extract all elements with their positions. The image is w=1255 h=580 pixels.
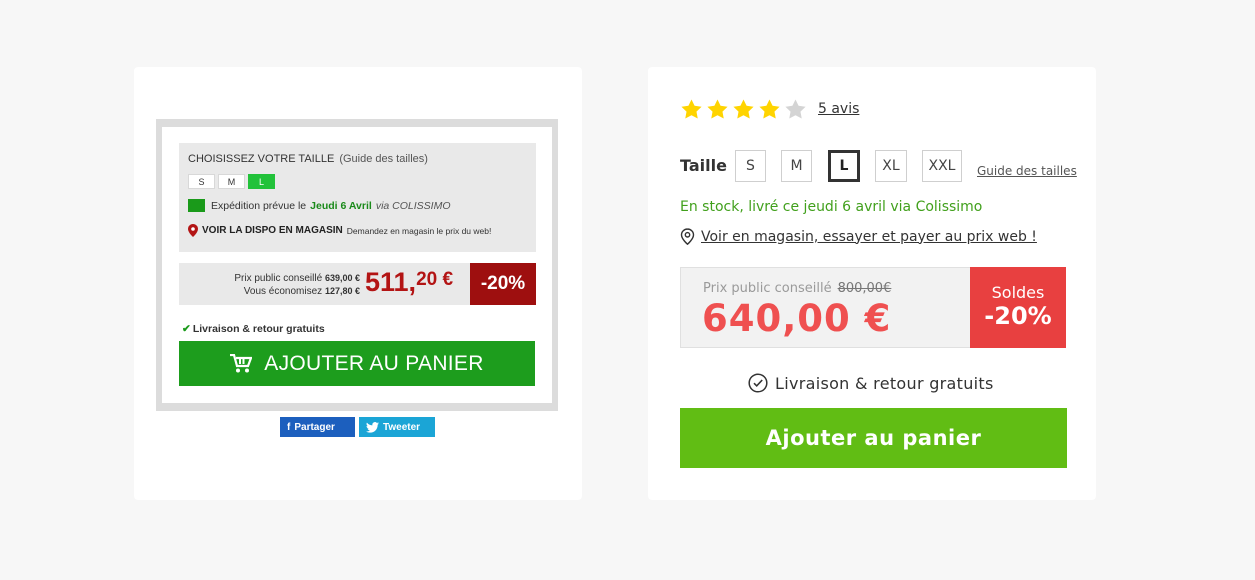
old-price-cents: 20 € [416,269,454,290]
size-option-xxl[interactable]: XXL [922,150,962,182]
public-price: Prix public conseillé 800,00€ [703,281,891,296]
twitter-icon [366,421,379,433]
size-guide-link[interactable]: Guide des tailles [977,164,1077,178]
old-size-m: M [218,174,245,189]
check-icon: ✔ [182,323,191,335]
star-filled-icon [733,99,754,119]
share-twitter-button[interactable]: Tweeter [359,417,435,437]
old-free-shipping-label: Livraison & retour gratuits [192,323,325,335]
old-savings-value: 127,80 € [324,286,360,296]
old-size-l: L [248,174,275,189]
sale-label: Soldes [991,283,1045,302]
old-price: 800,00€ [837,281,892,296]
old-shipping-prefix: Expédition prévue le [211,199,307,212]
size-option-l[interactable]: L [828,150,860,182]
old-design-image: CHOISISSEZ VOTRE TAILLE (Guide des taille… [156,119,558,411]
size-option-m[interactable]: M [781,150,812,182]
old-discount-badge: -20% [470,263,536,305]
old-store-line: VOIR LA DISPO EN MAGASIN Demandez en mag… [188,224,491,237]
current-price: 640,00 € [702,297,892,340]
price-box: Prix public conseillé 800,00€ 640,00 € [680,267,970,348]
map-pin-icon [188,224,198,237]
public-price-label: Prix public conseillé [703,281,832,296]
old-price-labels: Prix public conseillé 639,00 € Vous écon… [234,272,360,298]
old-choose-title: CHOISISSEZ VOTRE TAILLE (Guide des taille… [188,153,428,165]
old-store-small: Demandez en magasin le prix du web! [346,225,492,236]
facebook-icon: f [287,421,291,433]
old-choose-label: CHOISISSEZ VOTRE TAILLE [188,153,335,165]
star-filled-icon [681,99,702,119]
cart-icon [230,353,253,372]
map-pin-icon [680,228,695,245]
old-store-label: VOIR LA DISPO EN MAGASIN [202,225,343,236]
share-twitter-label: Tweeter [383,421,421,433]
old-public-price-label: Prix public conseillé [234,273,323,284]
store-link-label[interactable]: Voir en magasin, essayer et payer au pri… [701,229,1037,245]
old-size-list: S M L [188,174,275,189]
store-link[interactable]: Voir en magasin, essayer et payer au pri… [680,228,1037,245]
discount-label: -20% [984,302,1052,330]
sale-badge: Soldes -20% [970,267,1066,348]
old-public-price-value: 639,00 € [324,273,360,283]
star-filled-icon [707,99,728,119]
star-filled-icon [759,99,780,119]
share-facebook-button[interactable]: f Partager [280,417,355,437]
old-add-to-cart-label: AJOUTER AU PANIER [264,351,484,375]
old-price: 511,20 € [365,267,453,298]
star-empty-icon [785,99,806,119]
old-design-inner: CHOISISSEZ VOTRE TAILLE (Guide des taille… [162,127,552,403]
old-design-card: CHOISISSEZ VOTRE TAILLE (Guide des taille… [134,67,582,500]
old-size-chooser: CHOISISSEZ VOTRE TAILLE (Guide des taille… [179,143,536,252]
rating-stars[interactable] [680,98,807,121]
old-price-block: Prix public conseillé 639,00 € Vous écon… [179,263,536,305]
old-shipping-day: Jeudi 6 Avril [310,199,372,212]
old-shipping-line: Expédition prévue le Jeudi 6 Avril via C… [188,199,451,212]
share-facebook-label: Partager [294,421,335,433]
new-design-card: 5 avis Taille S M L XL XXL Guide des tai… [648,67,1096,500]
check-circle-icon [748,373,768,393]
share-buttons: f Partager Tweeter [280,417,435,437]
size-label: Taille [680,156,727,175]
old-free-shipping: ✔ Livraison & retour gratuits [182,323,325,335]
size-option-s[interactable]: S [735,150,766,182]
old-shipping-via: via COLISSIMO [375,199,451,212]
old-size-s: S [188,174,215,189]
truck-icon [188,199,205,212]
reviews-link[interactable]: 5 avis [818,101,859,117]
add-to-cart-button[interactable]: Ajouter au panier [680,408,1067,468]
free-shipping: Livraison & retour gratuits [748,373,994,393]
size-option-xl[interactable]: XL [875,150,907,182]
old-add-to-cart: AJOUTER AU PANIER [179,341,535,386]
free-shipping-label: Livraison & retour gratuits [775,373,994,393]
old-savings-label: Vous économisez [243,286,323,297]
stock-status: En stock, livré ce jeudi 6 avril via Col… [680,199,983,215]
old-size-guide: (Guide des tailles) [339,153,428,165]
old-price-int: 511, [365,267,417,297]
